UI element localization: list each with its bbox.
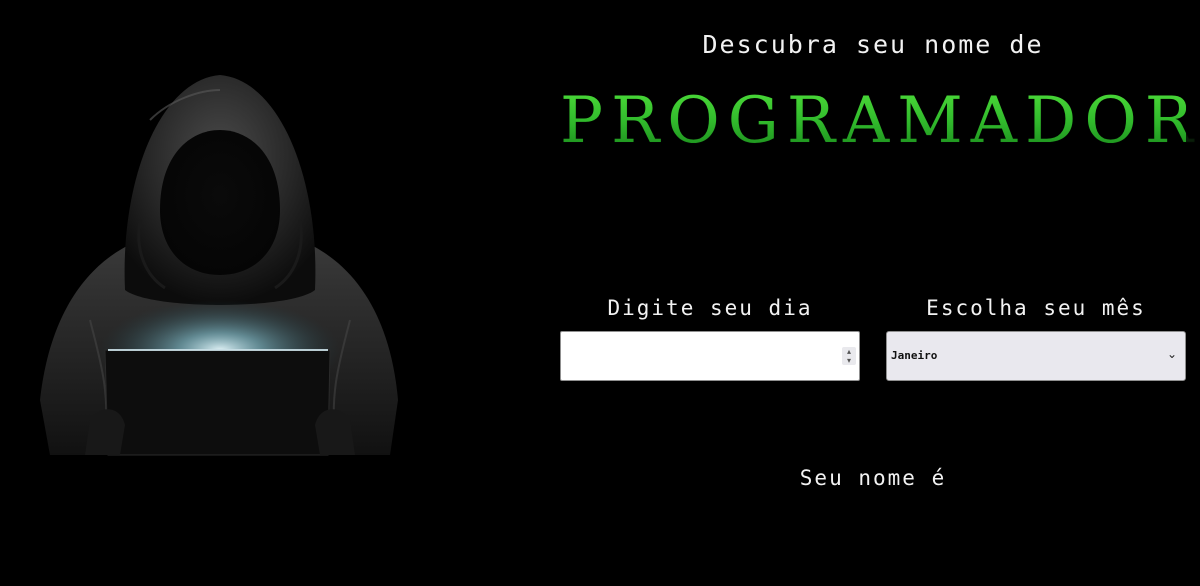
chevron-down-icon: ⌄	[1166, 347, 1177, 361]
month-select-value: Janeiro	[891, 349, 938, 362]
hooded-hacker-image	[40, 75, 398, 456]
result-label: Seu nome é	[799, 466, 947, 490]
page-subtitle: Descubra seu nome de	[702, 30, 1044, 59]
page-title: PROGRAMADOR	[560, 84, 1200, 158]
month-label: Escolha seu mês	[926, 296, 1146, 320]
day-label: Digite seu dia	[607, 296, 813, 320]
month-select[interactable]: Janeiro ⌄	[886, 331, 1186, 381]
day-number-input[interactable]: ▴ ▾	[560, 331, 860, 381]
number-spinner-icon[interactable]: ▴ ▾	[842, 347, 856, 365]
